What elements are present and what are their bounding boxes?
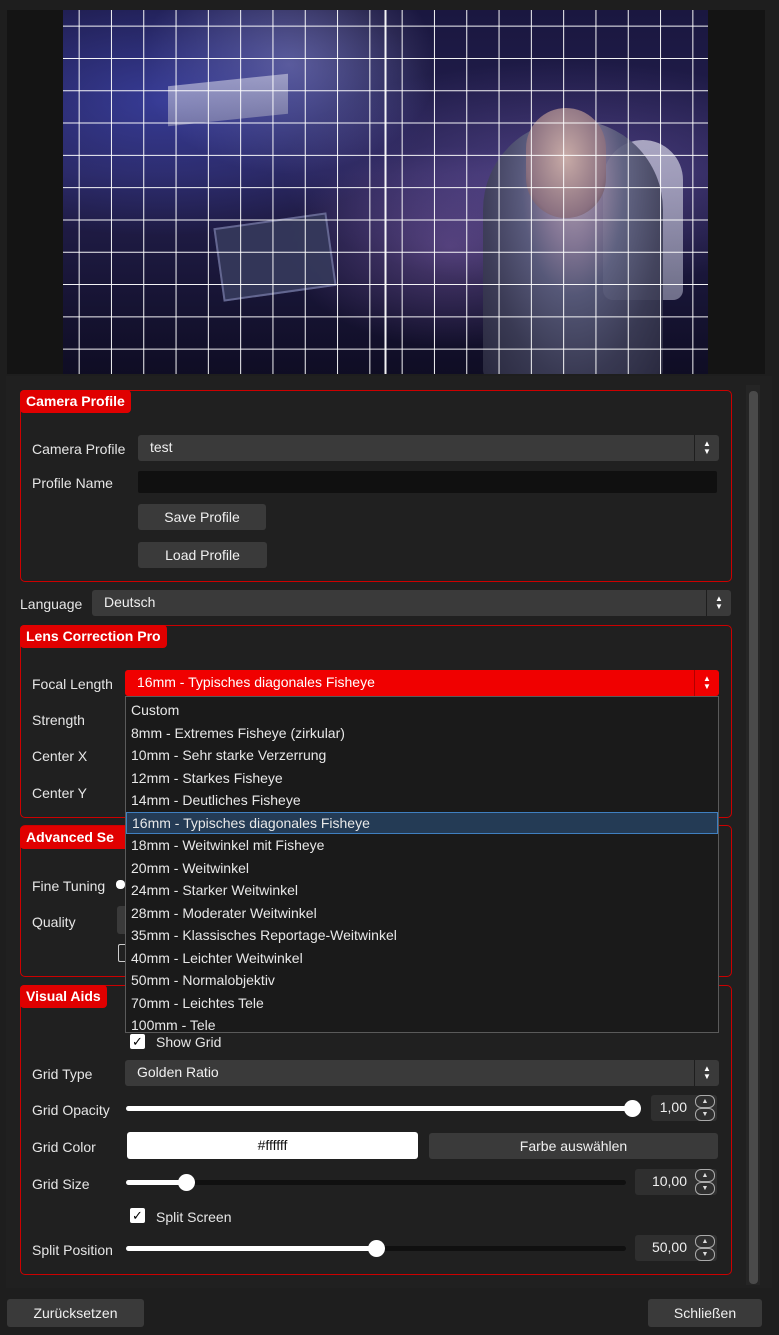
grid-overlay — [63, 10, 708, 374]
grid-color-swatch[interactable]: #ffffff — [127, 1132, 418, 1159]
split-screen-checkbox[interactable]: ✓ — [130, 1208, 145, 1223]
camera-profile-value: test — [150, 439, 173, 455]
grid-type-select[interactable]: Golden Ratio ▲ ▼ — [125, 1060, 719, 1086]
decrement-icon[interactable]: ▼ — [695, 1182, 715, 1195]
choose-color-button[interactable]: Farbe auswählen — [429, 1133, 718, 1159]
camera-profile-title: Camera Profile — [20, 390, 131, 413]
split-position-slider[interactable] — [126, 1240, 626, 1257]
save-profile-button[interactable]: Save Profile — [138, 504, 266, 530]
split-position-knob[interactable] — [368, 1240, 385, 1257]
focal-length-dropdown-list: Custom 8mm - Extremes Fisheye (zirkular) 1… — [125, 696, 719, 1033]
lens-correction-title: Lens Correction Pro — [20, 625, 167, 648]
split-position-fill — [126, 1246, 376, 1251]
grid-size-knob[interactable] — [178, 1174, 195, 1191]
grid-type-label: Grid Type — [32, 1066, 93, 1082]
focal-length-option[interactable]: 50mm - Normalobjektiv — [126, 969, 718, 991]
focal-length-option[interactable]: 16mm - Typisches diagonales Fisheye — [126, 811, 718, 834]
focal-length-option[interactable]: 40mm - Leichter Weitwinkel — [126, 947, 718, 969]
focal-length-option[interactable]: 8mm - Extremes Fisheye (zirkular) — [126, 722, 718, 744]
grid-size-label: Grid Size — [32, 1176, 90, 1192]
increment-icon[interactable]: ▲ — [695, 1095, 715, 1108]
advanced-settings-title: Advanced Se — [20, 826, 131, 849]
quality-label: Quality — [32, 914, 76, 930]
profile-name-input[interactable] — [138, 471, 717, 493]
focal-length-option[interactable]: 28mm - Moderater Weitwinkel — [126, 902, 718, 924]
focal-length-option[interactable]: 18mm - Weitwinkel mit Fisheye — [126, 834, 718, 856]
grid-opacity-label: Grid Opacity — [32, 1102, 110, 1118]
focal-length-option[interactable]: 20mm - Weitwinkel — [126, 857, 718, 879]
grid-opacity-spinbox[interactable]: 1,00 ▲ ▼ — [651, 1095, 717, 1121]
grid-type-value: Golden Ratio — [137, 1064, 219, 1080]
grid-size-spinbox[interactable]: 10,00 ▲ ▼ — [635, 1169, 717, 1195]
focal-length-option[interactable]: 24mm - Starker Weitwinkel — [126, 879, 718, 901]
close-button[interactable]: Schließen — [648, 1299, 762, 1327]
updown-arrows-icon: ▲ ▼ — [706, 590, 731, 616]
updown-arrows-icon: ▲ ▼ — [694, 670, 719, 696]
increment-icon[interactable]: ▲ — [695, 1169, 715, 1182]
reset-button[interactable]: Zurücksetzen — [7, 1299, 144, 1327]
focal-length-option[interactable]: 70mm - Leichtes Tele — [126, 992, 718, 1014]
grid-opacity-knob[interactable] — [624, 1100, 641, 1117]
focal-length-select[interactable]: 16mm - Typisches diagonales Fisheye ▲ ▼ — [125, 670, 719, 696]
updown-arrows-icon: ▲ ▼ — [694, 435, 719, 461]
grid-opacity-value: 1,00 — [659, 1099, 687, 1115]
strength-label: Strength — [32, 712, 85, 728]
focal-length-option[interactable]: 100mm - Tele — [126, 1014, 718, 1032]
grid-opacity-slider[interactable] — [126, 1100, 641, 1117]
decrement-icon[interactable]: ▼ — [695, 1108, 715, 1121]
show-grid-checkbox[interactable]: ✓ — [130, 1034, 145, 1049]
grid-size-fill — [126, 1180, 186, 1185]
split-screen-label: Split Screen — [156, 1209, 232, 1225]
grid-color-label: Grid Color — [32, 1139, 96, 1155]
language-select[interactable]: Deutsch ▲ ▼ — [92, 590, 731, 616]
show-grid-label: Show Grid — [156, 1034, 222, 1050]
split-position-label: Split Position — [32, 1242, 113, 1258]
decrement-icon[interactable]: ▼ — [695, 1248, 715, 1261]
focal-length-value: 16mm - Typisches diagonales Fisheye — [137, 674, 375, 690]
fine-tuning-label: Fine Tuning — [32, 878, 106, 894]
center-x-label: Center X — [32, 748, 88, 764]
split-position-spinbox[interactable]: 50,00 ▲ ▼ — [635, 1235, 717, 1261]
focal-length-option[interactable]: 35mm - Klassisches Reportage-Weitwinkel — [126, 924, 718, 946]
language-label: Language — [20, 596, 83, 612]
focal-length-option[interactable]: Custom — [126, 699, 718, 721]
increment-icon[interactable]: ▲ — [695, 1235, 715, 1248]
grid-size-value: 10,00 — [651, 1173, 687, 1189]
fine-tuning-slider-knob[interactable] — [116, 880, 125, 889]
focal-length-option[interactable]: 12mm - Starkes Fisheye — [126, 767, 718, 789]
grid-opacity-fill — [126, 1106, 632, 1111]
focal-length-option[interactable]: 10mm - Sehr starke Verzerrung — [126, 744, 718, 766]
camera-profile-label: Camera Profile — [32, 441, 126, 457]
grid-size-slider[interactable] — [126, 1174, 626, 1191]
split-position-value: 50,00 — [651, 1239, 687, 1255]
load-profile-button[interactable]: Load Profile — [138, 542, 267, 568]
scrollbar-thumb[interactable] — [749, 391, 758, 1284]
camera-profile-select[interactable]: test ▲ ▼ — [138, 435, 719, 461]
focal-length-option[interactable]: 14mm - Deutliches Fisheye — [126, 789, 718, 811]
camera-preview — [63, 10, 708, 374]
profile-name-label: Profile Name — [32, 475, 113, 491]
visual-aids-title: Visual Aids — [20, 985, 107, 1008]
focal-length-label: Focal Length — [32, 676, 113, 692]
center-y-label: Center Y — [32, 785, 87, 801]
language-value: Deutsch — [104, 594, 156, 610]
updown-arrows-icon: ▲ ▼ — [694, 1060, 719, 1086]
